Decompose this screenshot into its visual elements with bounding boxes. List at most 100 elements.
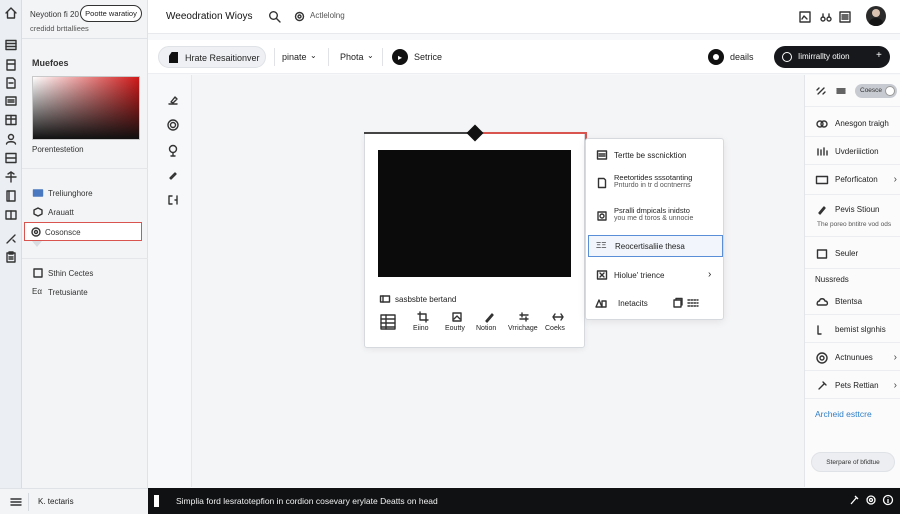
image-preview[interactable]: [378, 150, 571, 277]
canvas[interactable]: sasbsbte bertand Eiino Eoutty Notion Vrr…: [192, 75, 804, 487]
archived-link[interactable]: Archeid esttcre: [815, 409, 872, 419]
settings-icon[interactable]: [865, 494, 877, 506]
rp-row-uvderiiiction[interactable]: Uvderiiiction: [805, 139, 900, 165]
activity-label[interactable]: Actlelolng: [310, 11, 345, 20]
action-button[interactable]: Iimirrallty otion +: [774, 46, 890, 68]
menu-item-label: Reocertisaliie thesa: [615, 242, 685, 251]
book-icon[interactable]: [4, 58, 18, 72]
layers-icon[interactable]: [4, 94, 18, 108]
table-icon[interactable]: [4, 113, 18, 127]
user-icon[interactable]: [4, 132, 18, 146]
play-icon[interactable]: ▸: [392, 49, 408, 65]
rp-row-seuler[interactable]: Seuler: [805, 239, 900, 269]
document-icon: [596, 177, 608, 189]
divider: [22, 168, 148, 169]
rp-row-anesgon[interactable]: Anesgon traigh: [805, 111, 900, 137]
brush-icon[interactable]: [166, 93, 180, 107]
menu-item-4-selected[interactable]: ΞΞ Reocertisaliie thesa: [588, 235, 723, 257]
sidebar-item-label: Sthin Cectes: [48, 269, 94, 278]
header-button[interactable]: Pootte waratioy: [80, 5, 142, 22]
network-icon[interactable]: [4, 170, 18, 184]
toggle-switch[interactable]: Coesce: [855, 84, 897, 98]
grid-layout-icon[interactable]: [379, 313, 397, 331]
grid-icon[interactable]: [4, 151, 18, 165]
share-icon[interactable]: [819, 10, 833, 24]
bottom-button[interactable]: Sterpare of bfidtue: [811, 452, 895, 472]
color-label: Porentestetion: [32, 145, 84, 154]
color-picker[interactable]: [32, 76, 140, 140]
toggle-label: Coesce: [860, 87, 883, 94]
tools-icon[interactable]: [4, 232, 18, 246]
rp-row-pevis[interactable]: Pevis Stioun The poreo bntitre vod ods: [805, 197, 900, 237]
dropdown-1[interactable]: pinate: [282, 52, 307, 62]
chevron-down-icon[interactable]: ⌄: [367, 51, 374, 60]
frame-select-icon[interactable]: [166, 193, 180, 207]
primary-chip[interactable]: Hrate Resaitionver: [158, 46, 266, 68]
caption-icon: [379, 293, 391, 305]
frame-action-label: Coeks: [545, 325, 565, 332]
cube-icon: [32, 206, 44, 218]
menu-item-1[interactable]: Tertte be sscnicktion: [586, 145, 725, 165]
search-icon[interactable]: [268, 10, 281, 23]
record-icon[interactable]: [708, 49, 724, 65]
gallery-icon[interactable]: [798, 10, 812, 24]
clipboard-icon[interactable]: [4, 250, 18, 264]
sliders-icon: [815, 323, 829, 337]
window-icon[interactable]: [4, 208, 18, 222]
dropdown-2[interactable]: Phota: [340, 52, 364, 62]
frame-action-eiino[interactable]: Eiino: [411, 311, 435, 337]
sidebar-item-treliunghore[interactable]: Treliunghore: [28, 184, 142, 202]
frame-action-eoutty[interactable]: Eoutty: [443, 311, 471, 337]
settings-icon[interactable]: [294, 11, 305, 22]
sidebar-item-arauatt[interactable]: Arauatt: [28, 203, 142, 221]
frame-action-notion[interactable]: Notion: [475, 311, 503, 337]
apps-icon[interactable]: [838, 10, 852, 24]
divider: [22, 38, 148, 39]
service-label[interactable]: Setrice: [414, 52, 442, 62]
menu-item-sub: Pnturdo in tr d ocntnerns: [614, 182, 691, 189]
menu-item-5[interactable]: Hiolue' trience ›: [586, 265, 725, 285]
menu-item-6[interactable]: Inetacits: [586, 293, 725, 313]
frame-action-vrrichage[interactable]: Vrrichage: [507, 311, 541, 337]
frame-card[interactable]: sasbsbte bertand Eiino Eoutty Notion Vrr…: [364, 124, 587, 348]
sidebar-item-tretusiante[interactable]: Eα Tretusiante: [28, 283, 142, 301]
cloud-icon: [815, 295, 829, 309]
status-marker-icon: [154, 495, 159, 507]
list-icon[interactable]: [4, 38, 18, 52]
divider: [22, 258, 148, 259]
rp-row-bemist[interactable]: bemist slgnhis: [805, 317, 900, 343]
layers-icon: [32, 187, 44, 199]
pencil-icon[interactable]: [166, 168, 180, 182]
plus-icon: +: [876, 50, 882, 61]
frame-action-label: Vrrichage: [508, 325, 538, 332]
sidebar-item-cosonsce[interactable]: Cosonsce: [24, 222, 142, 241]
move-handle-icon[interactable]: [466, 124, 484, 142]
pin-icon[interactable]: [848, 494, 860, 506]
chevron-down-icon[interactable]: ⌄: [310, 51, 317, 60]
rp-row-actnunues[interactable]: Actnunues ›: [805, 345, 900, 371]
menu-item-2[interactable]: Reetortides sssotanting Pnturdo in tr d …: [586, 171, 725, 195]
sidebar-item-label: Tretusiante: [48, 288, 88, 297]
home-icon[interactable]: [4, 6, 18, 20]
rp-row-btentsa[interactable]: Btentsa: [805, 289, 900, 315]
frame-action-coeks[interactable]: Coeks: [543, 311, 573, 337]
target-icon[interactable]: [166, 118, 180, 132]
sidebar-item-sthin-cectes[interactable]: Sthin Cectes: [28, 264, 142, 282]
location-icon[interactable]: [166, 143, 180, 157]
layers-icon[interactable]: [835, 85, 847, 97]
pen-icon: [815, 203, 829, 217]
info-icon[interactable]: [882, 494, 894, 506]
rp-row-peforficaton[interactable]: Peforficaton ›: [805, 167, 900, 195]
frame-icon[interactable]: [4, 189, 18, 203]
link-icon[interactable]: [815, 85, 827, 97]
avatar[interactable]: [866, 6, 886, 26]
right-panel-header: Coesce: [805, 75, 900, 107]
details-label[interactable]: deails: [730, 52, 754, 62]
menu-icon[interactable]: [9, 495, 23, 509]
menu-item-3[interactable]: Psralli dmpicals inidsto you me d toros …: [586, 204, 725, 228]
divider: [274, 48, 275, 66]
expand-icon: [596, 269, 608, 281]
rp-row-pets-rettian[interactable]: Pets Rettian ›: [805, 373, 900, 399]
caret: [32, 241, 42, 247]
document-icon[interactable]: [4, 76, 18, 90]
